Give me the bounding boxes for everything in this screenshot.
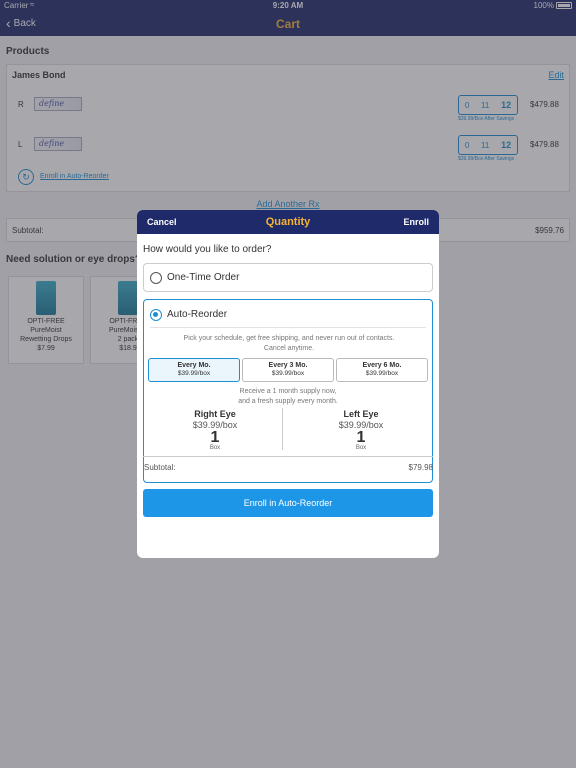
order-question: How would you like to order? xyxy=(143,244,272,255)
right-eye-summary: Right Eye $39.99/box 1 Box xyxy=(145,409,285,451)
auto-reorder-description: Pick your schedule, get free shipping, a… xyxy=(183,335,395,342)
radio-button[interactable] xyxy=(150,272,162,284)
left-eye-summary: Left Eye $39.99/box 1 Box xyxy=(291,409,431,451)
enroll-button[interactable]: Enroll xyxy=(403,217,429,227)
modal-subtotal-value: $79.98 xyxy=(408,463,433,472)
frequency-label: Every 6 Mo. xyxy=(362,362,402,369)
modal-subtotal-label: Subtotal: xyxy=(144,463,176,472)
modal-title: Quantity xyxy=(265,216,311,228)
eye-unit: Box xyxy=(209,445,221,451)
eye-name: Right Eye xyxy=(194,409,236,419)
frequency-price: $39.99/box xyxy=(177,370,211,377)
receive-note: Receive a 1 month supply now, and a fres… xyxy=(143,387,433,407)
eye-name: Left Eye xyxy=(343,409,379,419)
frequency-every-6-months[interactable]: Every 6 Mo. $39.99/box xyxy=(336,358,428,382)
divider xyxy=(282,408,283,450)
divider xyxy=(143,456,433,457)
frequency-label: Every Mo. xyxy=(177,362,211,369)
auto-reorder-description: Cancel anytime. xyxy=(263,345,315,352)
eye-unit: Box xyxy=(355,445,367,451)
frequency-every-month[interactable]: Every Mo. $39.99/box xyxy=(148,358,240,382)
receive-line: Receive a 1 month supply now, xyxy=(239,388,337,395)
enroll-auto-reorder-button[interactable]: Enroll in Auto-Reorder xyxy=(143,489,433,517)
option-label: One-Time Order xyxy=(167,272,240,283)
eye-quantity: 1 xyxy=(210,429,220,446)
frequency-price: $39.99/box xyxy=(365,370,399,377)
frequency-label: Every 3 Mo. xyxy=(268,362,308,369)
quantity-modal: Cancel Quantity Enroll How would you lik… xyxy=(137,210,439,558)
one-time-order-option[interactable]: One-Time Order xyxy=(143,263,433,292)
divider xyxy=(150,327,426,328)
frequency-every-3-months[interactable]: Every 3 Mo. $39.99/box xyxy=(242,358,334,382)
modal-header: Cancel Quantity Enroll xyxy=(137,210,439,234)
receive-line: and a fresh supply every month. xyxy=(238,398,338,405)
frequency-price: $39.99/box xyxy=(271,370,305,377)
option-label: Auto-Reorder xyxy=(167,309,228,320)
eye-quantity: 1 xyxy=(356,429,366,446)
radio-button-selected[interactable] xyxy=(150,309,162,321)
